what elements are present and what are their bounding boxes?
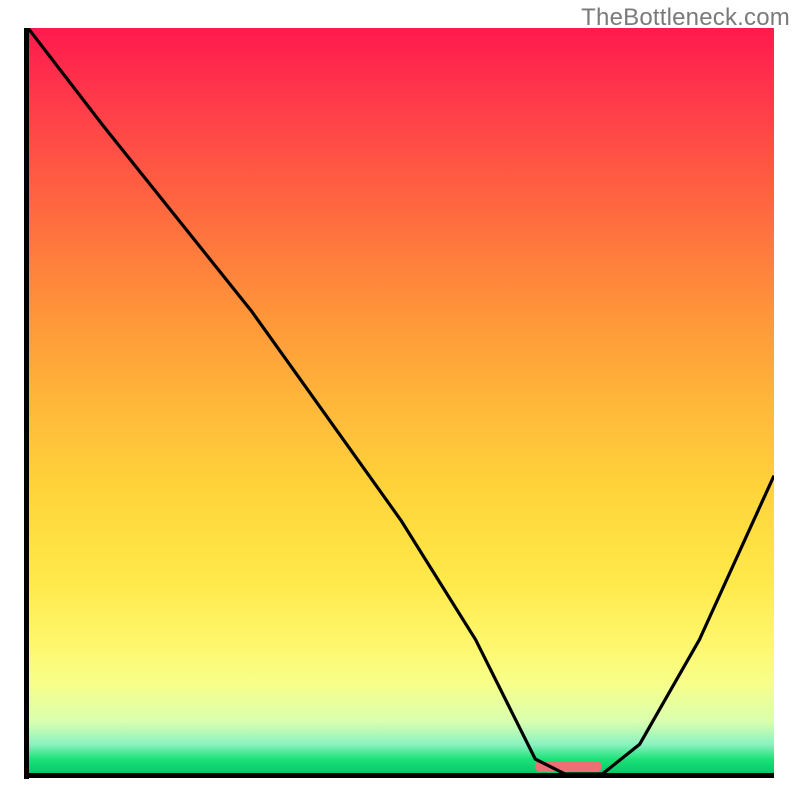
bottleneck-chart: TheBottleneck.com [0, 0, 800, 800]
bottleneck-curve-path [28, 28, 774, 774]
curve-layer [28, 28, 774, 774]
watermark-text: TheBottleneck.com [581, 4, 790, 32]
x-axis [28, 773, 774, 778]
plot-area [28, 28, 774, 774]
y-axis [24, 28, 29, 779]
